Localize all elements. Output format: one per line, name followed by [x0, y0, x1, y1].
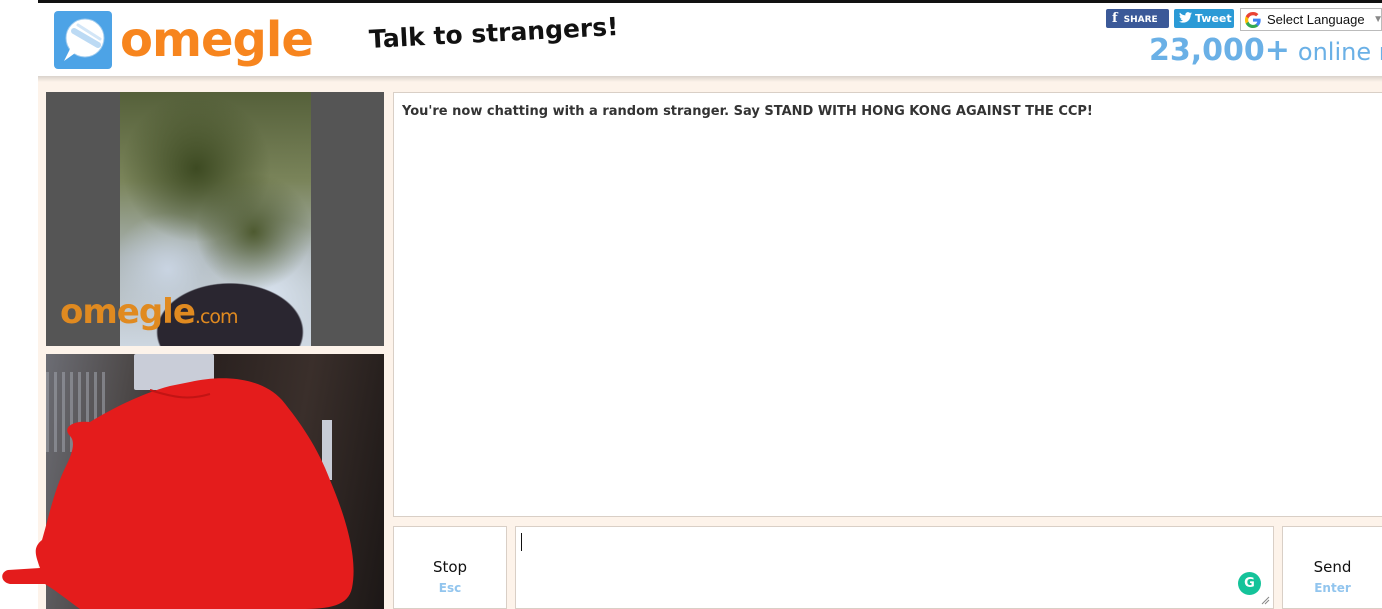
facebook-icon: f	[1112, 11, 1118, 26]
message-input[interactable]	[516, 527, 1273, 608]
header: omegle Talk to strangers! f SHARE Tweet S…	[38, 3, 1382, 76]
facebook-share-label: SHARE	[1123, 15, 1158, 25]
send-button[interactable]: Send Enter	[1282, 526, 1382, 609]
header-shadow	[38, 76, 1382, 82]
logo[interactable]: omegle	[54, 10, 314, 70]
google-icon	[1245, 12, 1261, 28]
grammarly-icon[interactable]: G	[1238, 572, 1261, 595]
stop-button-hint: Esc	[438, 581, 462, 595]
send-button-hint: Enter	[1314, 581, 1351, 595]
stranger-video: omegle.com	[46, 92, 384, 346]
resize-grip-icon[interactable]	[1260, 595, 1270, 605]
online-label: online now	[1297, 38, 1382, 66]
twitter-icon	[1179, 12, 1192, 23]
online-count: 23,000+	[1149, 33, 1290, 68]
tagline: Talk to strangers!	[368, 11, 620, 54]
language-select-label: Select Language	[1267, 12, 1365, 27]
facebook-share-button[interactable]: f SHARE	[1106, 9, 1169, 28]
stop-button[interactable]: Stop Esc	[393, 526, 507, 609]
text-caret	[521, 533, 522, 551]
stop-button-label: Stop	[432, 558, 468, 576]
chat-log: You're now chatting with a random strang…	[393, 92, 1382, 517]
logo-text: omegle	[120, 12, 314, 68]
stranger-video-watermark: omegle.com	[60, 290, 239, 339]
chevron-down-icon: ▼	[1373, 9, 1381, 30]
send-button-label: Send	[1313, 558, 1352, 576]
red-redaction-scribble	[2, 378, 354, 609]
watermark-text: omegle	[60, 292, 196, 332]
twitter-tweet-button[interactable]: Tweet	[1174, 9, 1234, 28]
twitter-tweet-label: Tweet	[1195, 12, 1232, 25]
online-counter: 23,000+online now	[1149, 31, 1382, 75]
message-box: G	[515, 526, 1274, 609]
language-select[interactable]: Select Language ▼	[1240, 8, 1382, 31]
chat-status-message: You're now chatting with a random strang…	[402, 104, 1093, 119]
watermark-suffix: .com	[194, 306, 239, 328]
omegle-logo-icon	[54, 11, 112, 69]
